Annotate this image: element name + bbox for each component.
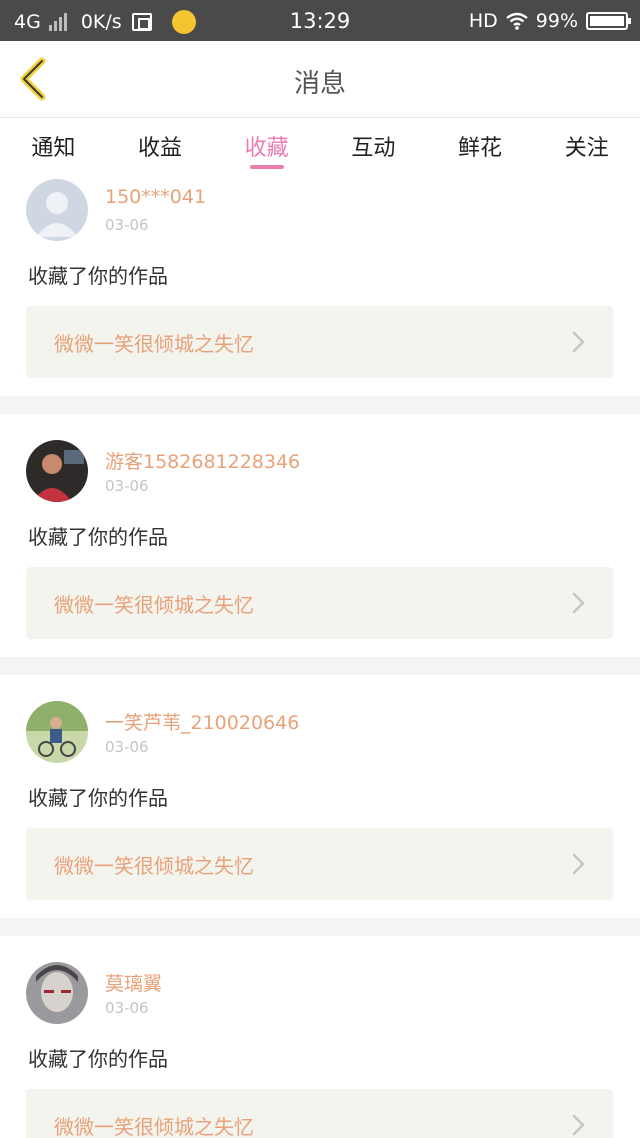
chevron-right-icon [572, 853, 585, 875]
action-text: 收藏了你的作品 [28, 264, 168, 288]
action-text: 收藏了你的作品 [28, 525, 168, 549]
message-card: 游客1582681228346 03-06 收藏了你的作品微微一笑很倾城之失忆 [0, 414, 640, 657]
tab-3[interactable]: 互动 [320, 119, 427, 171]
chevron-right-icon [572, 592, 585, 614]
action-text: 收藏了你的作品 [28, 786, 168, 810]
card-separator [0, 657, 640, 675]
hd-indicator: HD [468, 10, 498, 32]
avatar[interactable] [26, 440, 88, 502]
battery-percent: 99% [535, 10, 578, 32]
message-date: 03-06 [105, 477, 149, 495]
message-card: 一笑芦苇_210020646 03-06 收藏了你的作品微微一笑很倾城之失忆 [0, 675, 640, 918]
chevron-right-icon [572, 1114, 585, 1136]
tab-2[interactable]: 收藏 [213, 119, 320, 171]
action-text: 收藏了你的作品 [28, 1047, 168, 1071]
message-date: 03-06 [105, 999, 149, 1017]
work-link[interactable]: 微微一笑很倾城之失忆 [26, 1089, 613, 1138]
user-name[interactable]: 莫璃翼 [105, 969, 162, 996]
tab-1[interactable]: 收益 [107, 119, 214, 171]
chevron-right-icon [572, 331, 585, 353]
tab-bar: 通知 收益 收藏 互动 鲜花 关注 [0, 119, 640, 171]
tab-4[interactable]: 鲜花 [427, 119, 534, 171]
avatar[interactable] [26, 701, 88, 763]
status-bar: 4G 0K/s 13:29 HD 99% [0, 0, 640, 41]
status-right: HD 99% [468, 10, 631, 32]
work-link[interactable]: 微微一笑很倾城之失忆 [26, 306, 613, 378]
user-name[interactable]: 150***041 [105, 186, 206, 208]
card-separator [0, 396, 640, 414]
user-name[interactable]: 一笑芦苇_210020646 [105, 708, 299, 735]
tab-0[interactable]: 通知 [0, 119, 107, 171]
work-title: 微微一笑很倾城之失忆 [54, 854, 254, 878]
page-title: 消息 [293, 69, 346, 99]
work-title: 微微一笑很倾城之失忆 [54, 1115, 254, 1138]
tab-5[interactable]: 关注 [533, 119, 640, 171]
battery-icon [586, 12, 631, 30]
wifi-icon [506, 12, 528, 30]
work-title: 微微一笑很倾城之失忆 [54, 332, 254, 356]
card-separator [0, 918, 640, 936]
message-date: 03-06 [105, 216, 149, 234]
message-card: 150***041 03-06 收藏了你的作品微微一笑很倾城之失忆 [0, 171, 640, 396]
nav-bar: 消息 [0, 41, 640, 118]
user-name[interactable]: 游客1582681228346 [105, 447, 300, 474]
battery-level [590, 16, 624, 26]
message-date: 03-06 [105, 738, 149, 756]
work-link[interactable]: 微微一笑很倾城之失忆 [26, 828, 613, 900]
work-link[interactable]: 微微一笑很倾城之失忆 [26, 567, 613, 639]
work-title: 微微一笑很倾城之失忆 [54, 593, 254, 617]
avatar[interactable] [26, 179, 88, 241]
avatar[interactable] [26, 962, 88, 1024]
message-card: 莫璃翼 03-06 收藏了你的作品微微一笑很倾城之失忆 [0, 936, 640, 1138]
message-list: 150***041 03-06 收藏了你的作品 微微一笑很倾城之失忆 游客1582681… [0, 171, 640, 1138]
